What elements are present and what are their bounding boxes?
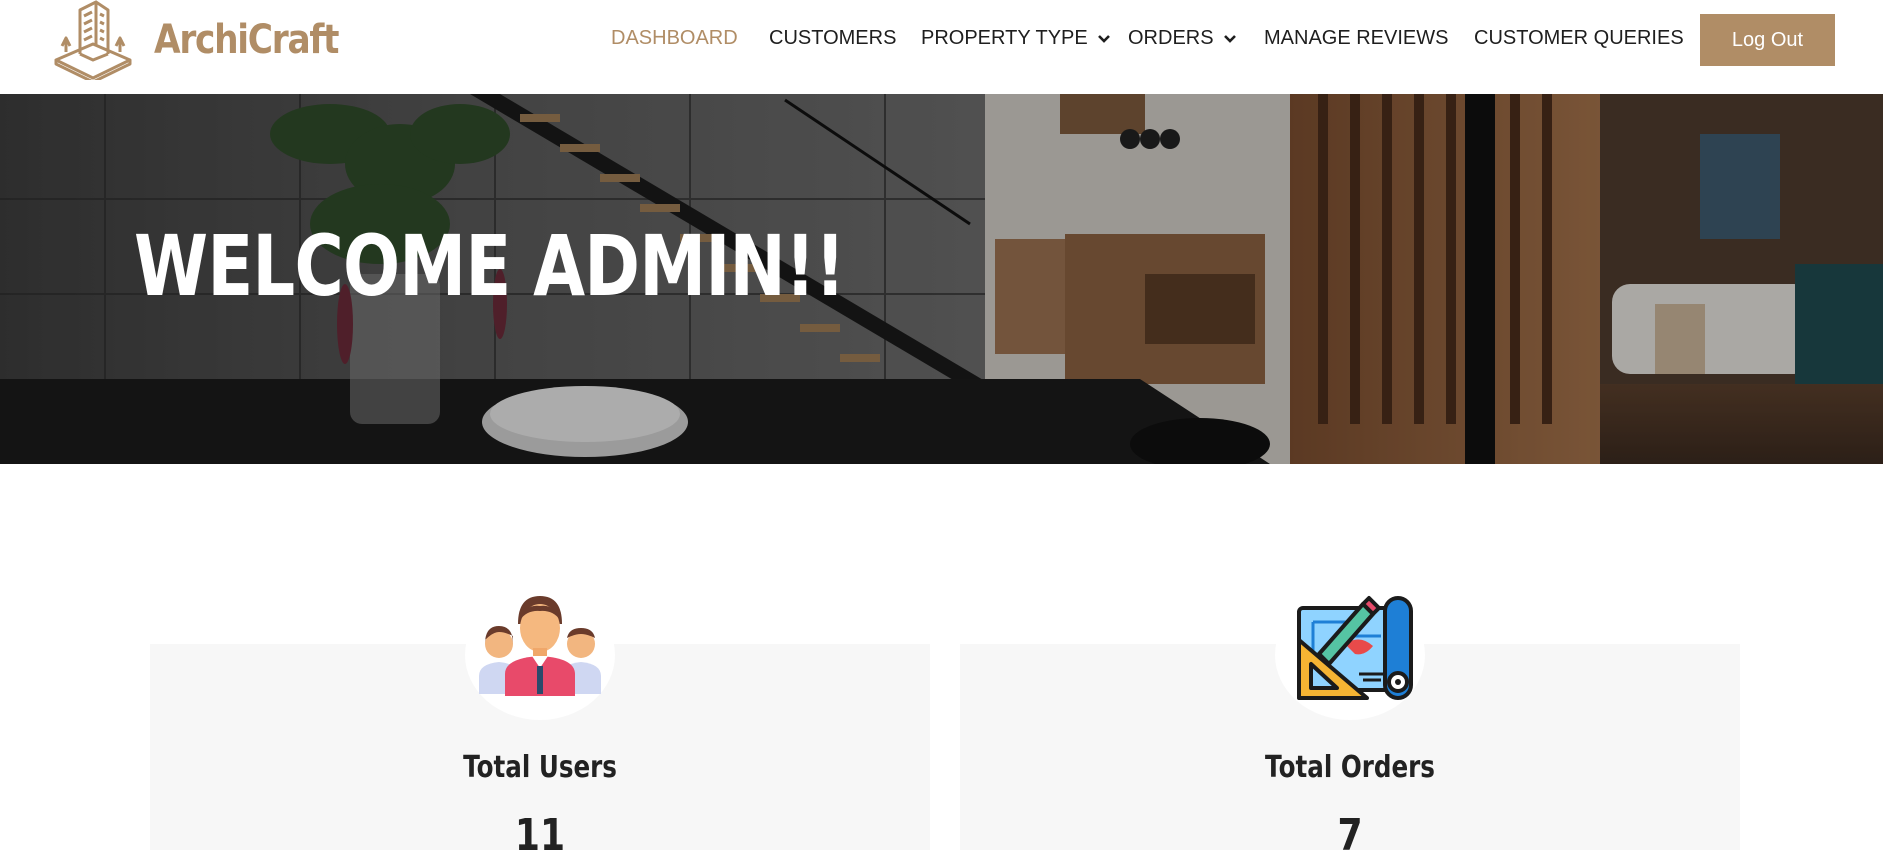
welcome-heading: WELCOME ADMIN!! [134,217,845,315]
total-users-title: Total Users [463,750,617,785]
orders-icon-badge [1275,590,1425,720]
hero-banner: WELCOME ADMIN!! [0,94,1883,464]
nav-customer-queries[interactable]: CUSTOMER QUERIES [1474,27,1684,50]
nav-orders-label: ORDERS [1128,27,1214,49]
blueprint-icon [1297,596,1413,700]
chevron-down-icon [1223,34,1236,43]
nav-customers-label: CUSTOMERS [769,27,897,49]
site-header: ArchiCraft DASHBOARD CUSTOMERS PROPERTY … [0,0,1883,94]
total-users-value: 11 [514,810,566,850]
nav-orders[interactable]: ORDERS [1128,27,1237,50]
main-nav: DASHBOARD CUSTOMERS PROPERTY TYPE ORDERS… [0,0,1883,80]
nav-dashboard-label: DASHBOARD [611,27,738,49]
nav-dashboard[interactable]: DASHBOARD [611,27,738,50]
nav-customer-queries-label: CUSTOMER QUERIES [1474,27,1684,49]
nav-manage-reviews[interactable]: MANAGE REVIEWS [1264,27,1448,50]
users-icon-badge [465,590,615,720]
nav-manage-reviews-label: MANAGE REVIEWS [1264,27,1449,49]
total-orders-title: Total Orders [1265,750,1435,785]
nav-property-type-label: PROPERTY TYPE [921,27,1088,49]
chevron-down-icon [1097,34,1110,43]
nav-property-type[interactable]: PROPERTY TYPE [921,27,1111,50]
nav-customers[interactable]: CUSTOMERS [769,27,896,50]
total-orders-value: 7 [1337,810,1363,850]
logout-button[interactable]: Log Out [1700,14,1835,66]
users-group-icon [479,596,601,696]
